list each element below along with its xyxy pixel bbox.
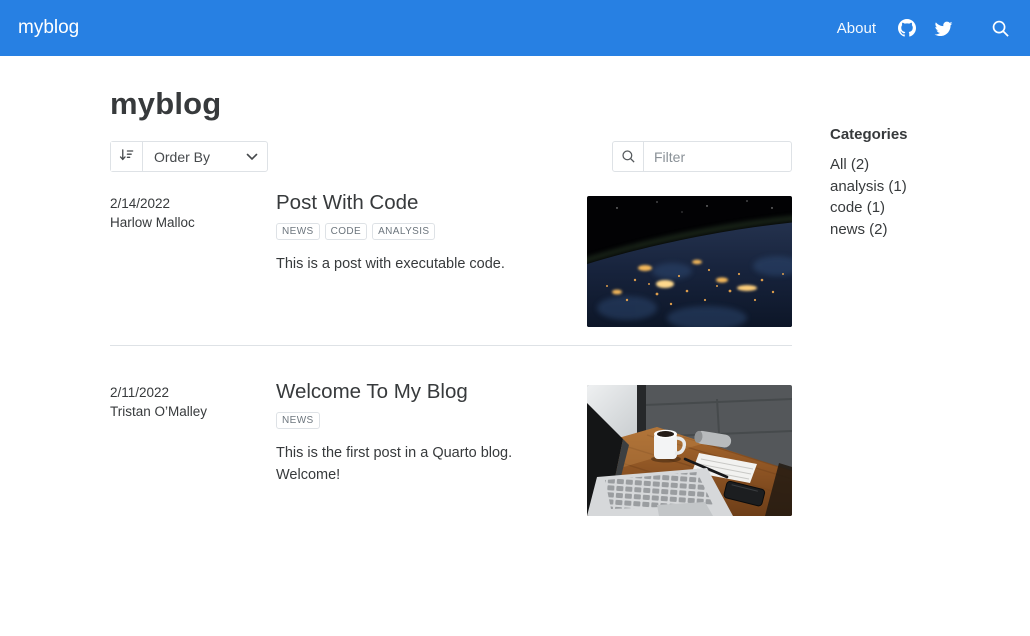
post-title-link[interactable]: Post With Code [276, 191, 576, 216]
post-image-earth-at-night[interactable] [587, 196, 792, 327]
order-by-select-wrap: Order By [143, 142, 267, 171]
category-item-all[interactable]: All (2) [830, 154, 1000, 176]
search-icon[interactable] [991, 19, 1010, 38]
twitter-icon[interactable] [934, 20, 953, 36]
post-row: 2/11/2022 Tristan O’Malley Welcome To My… [110, 346, 792, 516]
post-date: 2/14/2022 [110, 194, 265, 213]
post-row: 2/14/2022 Harlow Malloc Post With Code N… [110, 191, 792, 346]
post-body: Post With Code NEWS CODE ANALYSIS This i… [276, 191, 576, 327]
category-badge[interactable]: CODE [325, 223, 368, 240]
post-author: Harlow Malloc [110, 213, 265, 232]
github-icon[interactable] [898, 19, 916, 37]
order-by-select[interactable]: Order By [143, 142, 267, 171]
post-image-desk-with-laptop[interactable] [587, 385, 792, 516]
filter-group [612, 141, 792, 172]
post-categories: NEWS [276, 412, 576, 429]
navbar-brand[interactable]: myblog [18, 17, 79, 39]
navbar: myblog About [0, 0, 1030, 56]
post-title-link[interactable]: Welcome To My Blog [276, 380, 576, 405]
listing-toolbar: Order By [110, 141, 792, 172]
category-badge[interactable]: ANALYSIS [372, 223, 435, 240]
listing-main: myblog Order By [110, 86, 792, 516]
post-description: This is the first post in a Quarto blog.… [276, 442, 576, 487]
category-item-analysis[interactable]: analysis (1) [830, 176, 1000, 198]
post-date: 2/11/2022 [110, 383, 265, 402]
category-item-news[interactable]: news (2) [830, 219, 1000, 241]
navbar-right: About [837, 19, 1010, 38]
post-meta: 2/11/2022 Tristan O’Malley [110, 380, 265, 516]
sort-amount-down-icon [119, 148, 134, 165]
filter-search-icon [613, 142, 644, 171]
nav-link-about[interactable]: About [837, 20, 876, 37]
page-body: myblog Order By [0, 56, 1030, 516]
post-author: Tristan O’Malley [110, 402, 265, 421]
page-title: myblog [110, 86, 792, 122]
post-meta: 2/14/2022 Harlow Malloc [110, 191, 265, 327]
filter-input[interactable] [644, 142, 791, 171]
category-badge[interactable]: NEWS [276, 412, 320, 429]
categories-sidebar: Categories All (2) analysis (1) code (1)… [830, 86, 1000, 516]
sort-direction-button[interactable] [111, 142, 143, 171]
category-item-code[interactable]: code (1) [830, 197, 1000, 219]
post-categories: NEWS CODE ANALYSIS [276, 223, 576, 240]
post-description: This is a post with executable code. [276, 253, 576, 275]
category-badge[interactable]: NEWS [276, 223, 320, 240]
post-body: Welcome To My Blog NEWS This is the firs… [276, 380, 576, 516]
categories-heading: Categories [830, 126, 1000, 143]
sort-group: Order By [110, 141, 268, 172]
